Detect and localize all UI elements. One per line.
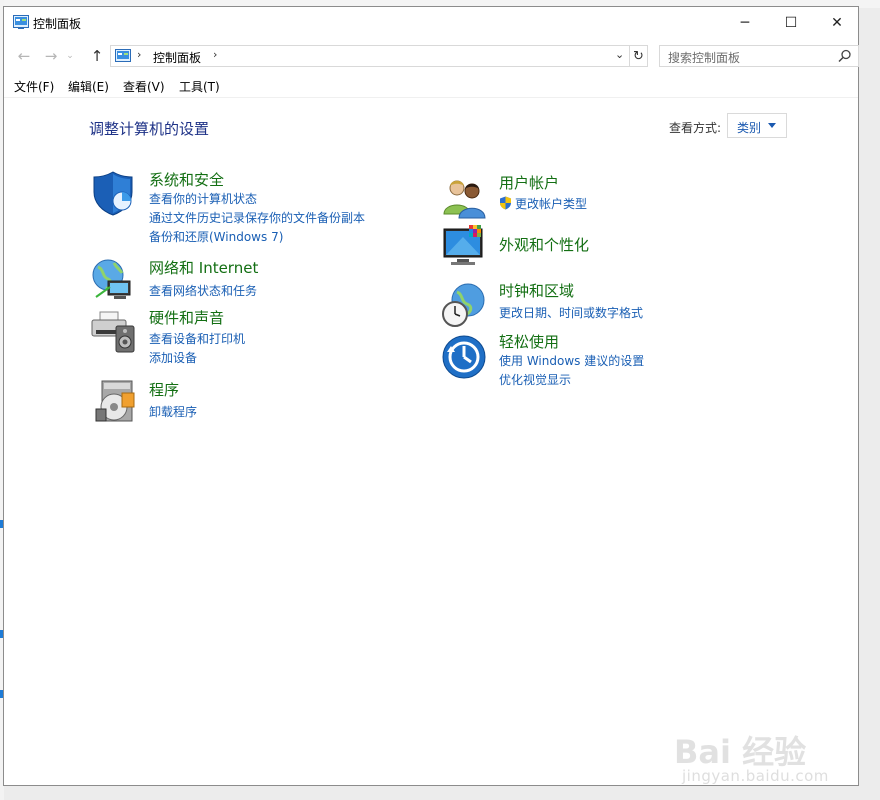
page-title: 调整计算机的设置 [89, 120, 210, 138]
close-button[interactable]: ✕ [814, 7, 860, 39]
link-devices-printers[interactable]: 查看设备和打印机 [149, 330, 245, 347]
uac-shield-icon [500, 196, 511, 210]
back-arrow-icon[interactable]: ← [13, 45, 35, 67]
menu-bar: 文件(F) 编辑(E) 查看(V) 工具(T) [4, 75, 858, 97]
category-ease-of-access-title[interactable]: 轻松使用 [499, 331, 559, 352]
category-network-internet-title[interactable]: 网络和 Internet [149, 257, 258, 278]
link-windows-recommended-settings[interactable]: 使用 Windows 建议的设置 [499, 352, 644, 369]
search-input[interactable]: 搜索控制面板 [659, 45, 859, 67]
title-bar[interactable]: 控制面板 ─ ☐ ✕ [4, 7, 858, 39]
network-globe-icon[interactable] [90, 257, 136, 303]
search-icon[interactable] [838, 49, 852, 63]
up-arrow-icon[interactable]: ↑ [86, 45, 108, 67]
window-title: 控制面板 [33, 17, 82, 31]
link-change-account-type[interactable]: 更改帐户类型 [499, 195, 587, 212]
breadcrumb-separator[interactable]: › [137, 48, 141, 61]
monitor-palette-icon[interactable] [441, 223, 487, 269]
breadcrumb-separator[interactable]: › [213, 48, 217, 61]
control-panel-icon [13, 15, 29, 29]
category-programs-title[interactable]: 程序 [149, 379, 179, 400]
view-by-value: 类别 [737, 121, 762, 135]
refresh-icon[interactable]: ↻ [630, 45, 648, 67]
view-by-dropdown[interactable]: 类别 [727, 113, 787, 138]
ease-of-access-icon[interactable] [441, 334, 487, 380]
recent-locations-chevron-icon[interactable]: ⌄ [63, 45, 77, 67]
category-hardware-sound-title[interactable]: 硬件和声音 [149, 307, 224, 328]
printer-speaker-icon[interactable] [90, 308, 136, 354]
forward-arrow-icon[interactable]: → [40, 45, 62, 67]
minimize-button[interactable]: ─ [722, 7, 768, 39]
link-view-computer-status[interactable]: 查看你的计算机状态 [149, 190, 257, 207]
link-optimize-visual-display[interactable]: 优化视觉显示 [499, 371, 571, 388]
link-network-status-tasks[interactable]: 查看网络状态和任务 [149, 282, 257, 299]
search-placeholder: 搜索控制面板 [668, 51, 741, 65]
shield-icon[interactable] [90, 170, 136, 216]
category-system-security-title[interactable]: 系统和安全 [149, 169, 224, 190]
category-clock-region-title[interactable]: 时钟和区域 [499, 280, 574, 301]
address-dropdown-chevron-icon[interactable]: ⌄ [615, 48, 624, 61]
clock-globe-icon[interactable] [441, 282, 487, 328]
link-change-date-time-format[interactable]: 更改日期、时间或数字格式 [499, 304, 643, 321]
menu-view[interactable]: 查看(V) [123, 78, 165, 95]
menu-tools[interactable]: 工具(T) [179, 78, 220, 95]
navigation-bar: ← → ⌄ ↑ › 控制面板 › ⌄ ↻ 搜索控制面板 [4, 41, 859, 71]
menu-file[interactable]: 文件(F) [14, 78, 54, 95]
control-panel-window: 控制面板 ─ ☐ ✕ ← → ⌄ ↑ › 控制面板 › ⌄ ↻ 搜索控制面板 文… [3, 6, 859, 786]
control-panel-icon [115, 49, 131, 62]
category-user-accounts-title[interactable]: 用户帐户 [499, 172, 559, 193]
link-file-history-backup[interactable]: 通过文件历史记录保存你的文件备份副本 [149, 209, 365, 226]
category-appearance-title[interactable]: 外观和个性化 [499, 234, 589, 255]
breadcrumb-control-panel[interactable]: 控制面板 [153, 49, 201, 66]
address-bar[interactable]: › 控制面板 › ⌄ [110, 45, 630, 67]
link-backup-restore[interactable]: 备份和还原(Windows 7) [149, 228, 283, 245]
menu-edit[interactable]: 编辑(E) [68, 78, 109, 95]
link-uninstall-program[interactable]: 卸载程序 [149, 403, 197, 420]
programs-disc-icon[interactable] [94, 379, 140, 425]
link-add-device[interactable]: 添加设备 [149, 349, 197, 366]
baidu-jingyan-watermark: Bai 经验 jingyan.baidu.com [672, 711, 842, 791]
maximize-button[interactable]: ☐ [768, 7, 814, 39]
link-change-account-type-label: 更改帐户类型 [515, 197, 588, 211]
dropdown-arrow-icon [768, 123, 776, 128]
view-by-label: 查看方式: [669, 121, 722, 135]
watermark-url: jingyan.baidu.com [682, 767, 829, 785]
menu-divider [4, 97, 858, 98]
users-icon[interactable] [441, 174, 487, 220]
